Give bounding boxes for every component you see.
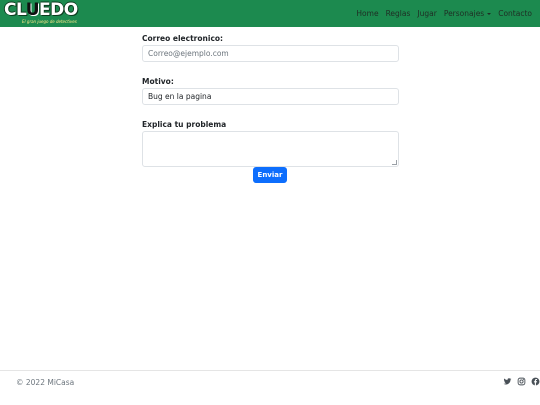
email-field[interactable] [142, 45, 399, 62]
nav-links: Home Reglas Jugar Personajes Contacto [349, 0, 532, 27]
nav-link-contacto[interactable]: Contacto [498, 9, 532, 18]
brand-tagline: El gran juego de detectives [22, 19, 77, 24]
problema-label: Explica tu problema [142, 120, 227, 129]
nav-dropdown-personajes[interactable]: Personajes [443, 9, 492, 18]
motivo-field[interactable] [142, 88, 399, 105]
footer-copyright: © 2022 MiCasa [16, 378, 75, 387]
resize-handle-icon[interactable] [392, 160, 397, 165]
nav-link-jugar[interactable]: Jugar [417, 9, 436, 18]
nav-link-reglas[interactable]: Reglas [386, 9, 411, 18]
social-links [498, 377, 540, 386]
nav-link-home[interactable]: Home [356, 9, 378, 18]
facebook-icon[interactable] [531, 377, 540, 386]
navbar: CLUEDO El gran juego de detectives Home … [0, 0, 540, 27]
nav-dropdown-label: Personajes [443, 9, 485, 18]
twitter-icon[interactable] [503, 377, 512, 386]
email-label: Correo electronico: [142, 34, 224, 43]
chevron-down-icon [487, 13, 492, 15]
submit-button[interactable]: Enviar [253, 167, 287, 183]
problema-textarea[interactable] [142, 131, 399, 167]
contact-form: Correo electronico: Motivo: Explica tu p… [142, 34, 399, 167]
problema-wrapper [142, 131, 399, 167]
motivo-label: Motivo: [142, 77, 174, 86]
brand-logo[interactable]: CLUEDO El gran juego de detectives [4, 0, 78, 26]
instagram-icon[interactable] [517, 377, 526, 386]
footer-divider [0, 370, 540, 371]
brand-wordmark: CLUEDO [4, 0, 78, 20]
